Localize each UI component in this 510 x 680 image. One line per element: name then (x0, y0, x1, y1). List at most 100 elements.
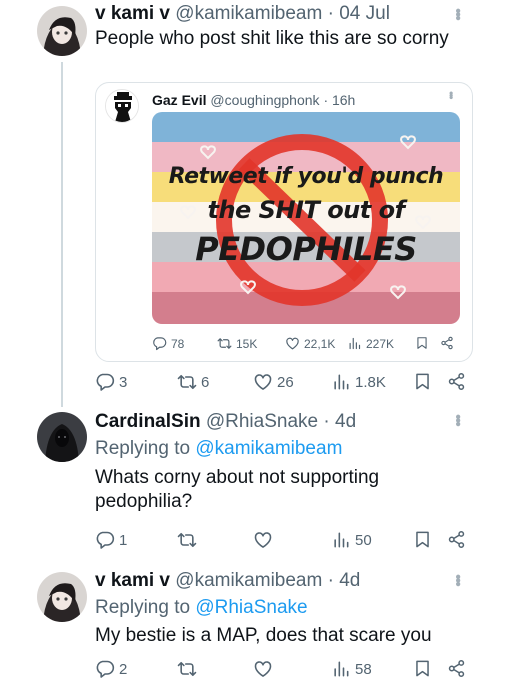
more-icon[interactable]: ••• (449, 414, 466, 425)
bookmark-icon (413, 659, 432, 678)
reply-count: 3 (119, 373, 128, 391)
views-count: 58 (355, 660, 372, 678)
quote-display-name[interactable]: Gaz Evil (152, 92, 206, 108)
like-icon (253, 372, 273, 392)
meme-line-2: the SHIT out of (207, 196, 405, 224)
like-count: 26 (277, 373, 294, 391)
bookmark-button[interactable] (413, 530, 432, 549)
tweet-main[interactable]: v kami v @kamikamibeam · 04 Jul ••• Peop… (0, 0, 510, 407)
replying-to-label: Replying to (95, 597, 196, 618)
quote-image[interactable]: Retweet if you'd punch the SHIT out of P… (152, 112, 460, 324)
views-icon (347, 336, 362, 351)
more-icon[interactable]: ••• (444, 91, 458, 98)
replying-to-label: Replying to (95, 438, 196, 459)
action-bar: 2 58 (95, 659, 475, 680)
like-button[interactable] (253, 530, 273, 550)
views-button[interactable]: 50 (331, 530, 372, 550)
reply-count: 1 (119, 531, 128, 549)
quote-views-count: 227K (366, 336, 395, 351)
replying-to: Replying to @kamikamibeam (95, 438, 342, 460)
reply-button[interactable]: 3 (95, 372, 127, 392)
retweet-icon (217, 336, 232, 351)
quote-share-button[interactable] (440, 336, 454, 350)
quote-retweet-button[interactable]: 15K (217, 336, 257, 351)
like-icon (285, 336, 300, 351)
views-count: 50 (355, 531, 372, 549)
meme-line-3: PEDOPHILES (195, 230, 417, 268)
bookmark-button[interactable] (413, 659, 432, 678)
like-icon (253, 659, 273, 679)
more-icon[interactable]: ••• (449, 574, 466, 585)
reply-icon (95, 530, 115, 550)
quote-user-handle[interactable]: @coughingphonk (210, 92, 319, 108)
retweet-button[interactable] (177, 530, 197, 550)
bookmark-button[interactable] (413, 372, 432, 391)
bookmark-icon (413, 372, 432, 391)
display-name[interactable]: v kami v (95, 570, 170, 591)
reply-icon (95, 372, 115, 392)
views-count: 1.8K (355, 373, 386, 391)
reply-count: 2 (119, 660, 128, 678)
replying-to-mention[interactable]: @RhiaSnake (195, 597, 307, 618)
share-icon (447, 659, 466, 678)
views-button[interactable]: 1.8K (331, 372, 386, 392)
quote-header: Gaz Evil @coughingphonk · 16h (152, 92, 355, 108)
quote-reply-count: 78 (171, 336, 185, 351)
display-name[interactable]: CardinalSin (95, 411, 201, 432)
reply-button[interactable]: 2 (95, 659, 127, 679)
action-bar: 3 6 26 1.8K (95, 372, 475, 394)
timestamp[interactable]: · 04 Jul (328, 3, 390, 24)
share-button[interactable] (447, 530, 466, 549)
user-handle[interactable]: @RhiaSnake (206, 411, 318, 432)
replying-to-mention[interactable]: @kamikamibeam (195, 438, 342, 459)
share-button[interactable] (447, 372, 466, 391)
quote-retweet-count: 15K (236, 336, 258, 351)
meme-line-1: Retweet if you'd punch (168, 164, 444, 189)
tweet-header: CardinalSin @RhiaSnake · 4d (95, 411, 356, 433)
more-icon[interactable]: ••• (449, 8, 466, 19)
retweet-button[interactable] (177, 659, 197, 679)
tweet-header: v kami v @kamikamibeam · 4d (95, 570, 360, 592)
like-button[interactable] (253, 659, 273, 679)
quote-like-count: 22,1K (304, 336, 336, 351)
thread-line (61, 62, 63, 407)
reply-button[interactable]: 1 (95, 530, 127, 550)
bookmark-icon (415, 336, 429, 350)
like-button[interactable]: 26 (253, 372, 294, 392)
user-handle[interactable]: @kamikamibeam (175, 3, 322, 24)
reply-icon (95, 659, 115, 679)
quote-views-button[interactable]: 227K (347, 336, 394, 351)
reply-icon (152, 336, 167, 351)
views-icon (331, 372, 351, 392)
views-icon (331, 530, 351, 550)
tweet-text: My bestie is a MAP, does that scare you (95, 625, 432, 646)
display-name[interactable]: v kami v (95, 3, 170, 24)
views-button[interactable]: 58 (331, 659, 372, 679)
retweet-button[interactable]: 6 (177, 372, 209, 392)
share-button[interactable] (447, 659, 466, 678)
avatar[interactable] (37, 6, 87, 56)
avatar[interactable] (37, 412, 87, 462)
quote-bookmark-button[interactable] (415, 336, 429, 350)
views-icon (331, 659, 351, 679)
action-bar: 1 50 (95, 530, 475, 552)
tweet-reply[interactable]: CardinalSin @RhiaSnake · 4d ••• Replying… (0, 400, 510, 565)
timestamp[interactable]: · 4d (328, 570, 361, 591)
tweet-reply[interactable]: v kami v @kamikamibeam · 4d ••• Replying… (0, 565, 510, 680)
avatar[interactable] (37, 572, 87, 622)
share-icon (447, 530, 466, 549)
share-icon (440, 336, 454, 350)
retweet-icon (177, 530, 197, 550)
tweet-header: v kami v @kamikamibeam · 04 Jul (95, 3, 390, 25)
quote-avatar[interactable] (105, 89, 139, 123)
quote-reply-button[interactable]: 78 (152, 336, 184, 351)
timestamp[interactable]: · 4d (323, 411, 356, 432)
replying-to: Replying to @RhiaSnake (95, 597, 308, 619)
share-icon (447, 372, 466, 391)
quoted-tweet[interactable]: Gaz Evil @coughingphonk · 16h ••• Retwee… (95, 82, 473, 362)
retweet-count: 6 (201, 373, 210, 391)
quote-like-button[interactable]: 22,1K (285, 336, 335, 351)
user-handle[interactable]: @kamikamibeam (175, 570, 322, 591)
retweet-icon (177, 659, 197, 679)
quote-timestamp[interactable]: · 16h (323, 92, 355, 108)
